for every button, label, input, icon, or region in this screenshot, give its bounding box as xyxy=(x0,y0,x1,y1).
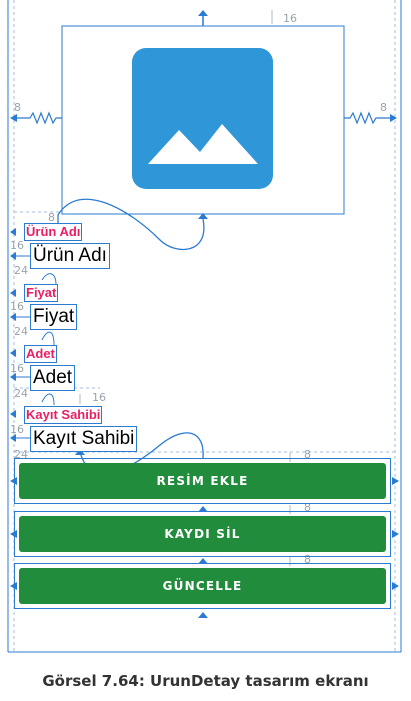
gap-value: 16 xyxy=(10,423,24,436)
adet-field[interactable]: Adet xyxy=(30,365,76,391)
gap-value: 24 xyxy=(14,387,28,400)
right-margin-value: 8 xyxy=(380,101,387,114)
left-margin-value: 8 xyxy=(14,101,21,114)
gap-value: 16 xyxy=(10,300,24,313)
gap-value: 16 xyxy=(10,239,24,252)
layout-editor-canvas: 16 8 8 8 16 24 16 24 16 24 16 16 24 8 8 … xyxy=(0,0,411,701)
gap-value: 24 xyxy=(14,264,28,277)
guncelle-button[interactable]: GÜNCELLE xyxy=(19,568,386,604)
resim-ekle-wrapper: RESİM EKLE xyxy=(14,458,391,504)
urun-adi-field[interactable]: Ürün Adı xyxy=(30,243,110,269)
fiyat-label: Fiyat xyxy=(24,284,59,302)
top-margin-value: 16 xyxy=(283,12,297,25)
kayit-sahibi-field[interactable]: Kayıt Sahibi xyxy=(30,426,138,452)
gap-value: 24 xyxy=(14,325,28,338)
kaydi-sil-button[interactable]: KAYDI SİL xyxy=(19,516,386,552)
guncelle-wrapper: GÜNCELLE xyxy=(14,563,391,609)
mountain-icon xyxy=(148,124,258,164)
kayit-sahibi-label: Kayıt Sahibi xyxy=(24,406,103,424)
image-icon[interactable] xyxy=(132,48,273,189)
resim-ekle-button[interactable]: RESİM EKLE xyxy=(19,463,386,499)
gap-value: 16 xyxy=(92,391,106,404)
figure-caption: Görsel 7.64: UrunDetay tasarım ekranı xyxy=(42,672,369,690)
gap-value: 16 xyxy=(10,362,24,375)
urun-adi-label: Ürün Adı xyxy=(24,223,83,241)
adet-label: Adet xyxy=(24,345,57,363)
fiyat-field[interactable]: Fiyat xyxy=(30,304,78,330)
kaydi-sil-wrapper: KAYDI SİL xyxy=(14,511,391,557)
